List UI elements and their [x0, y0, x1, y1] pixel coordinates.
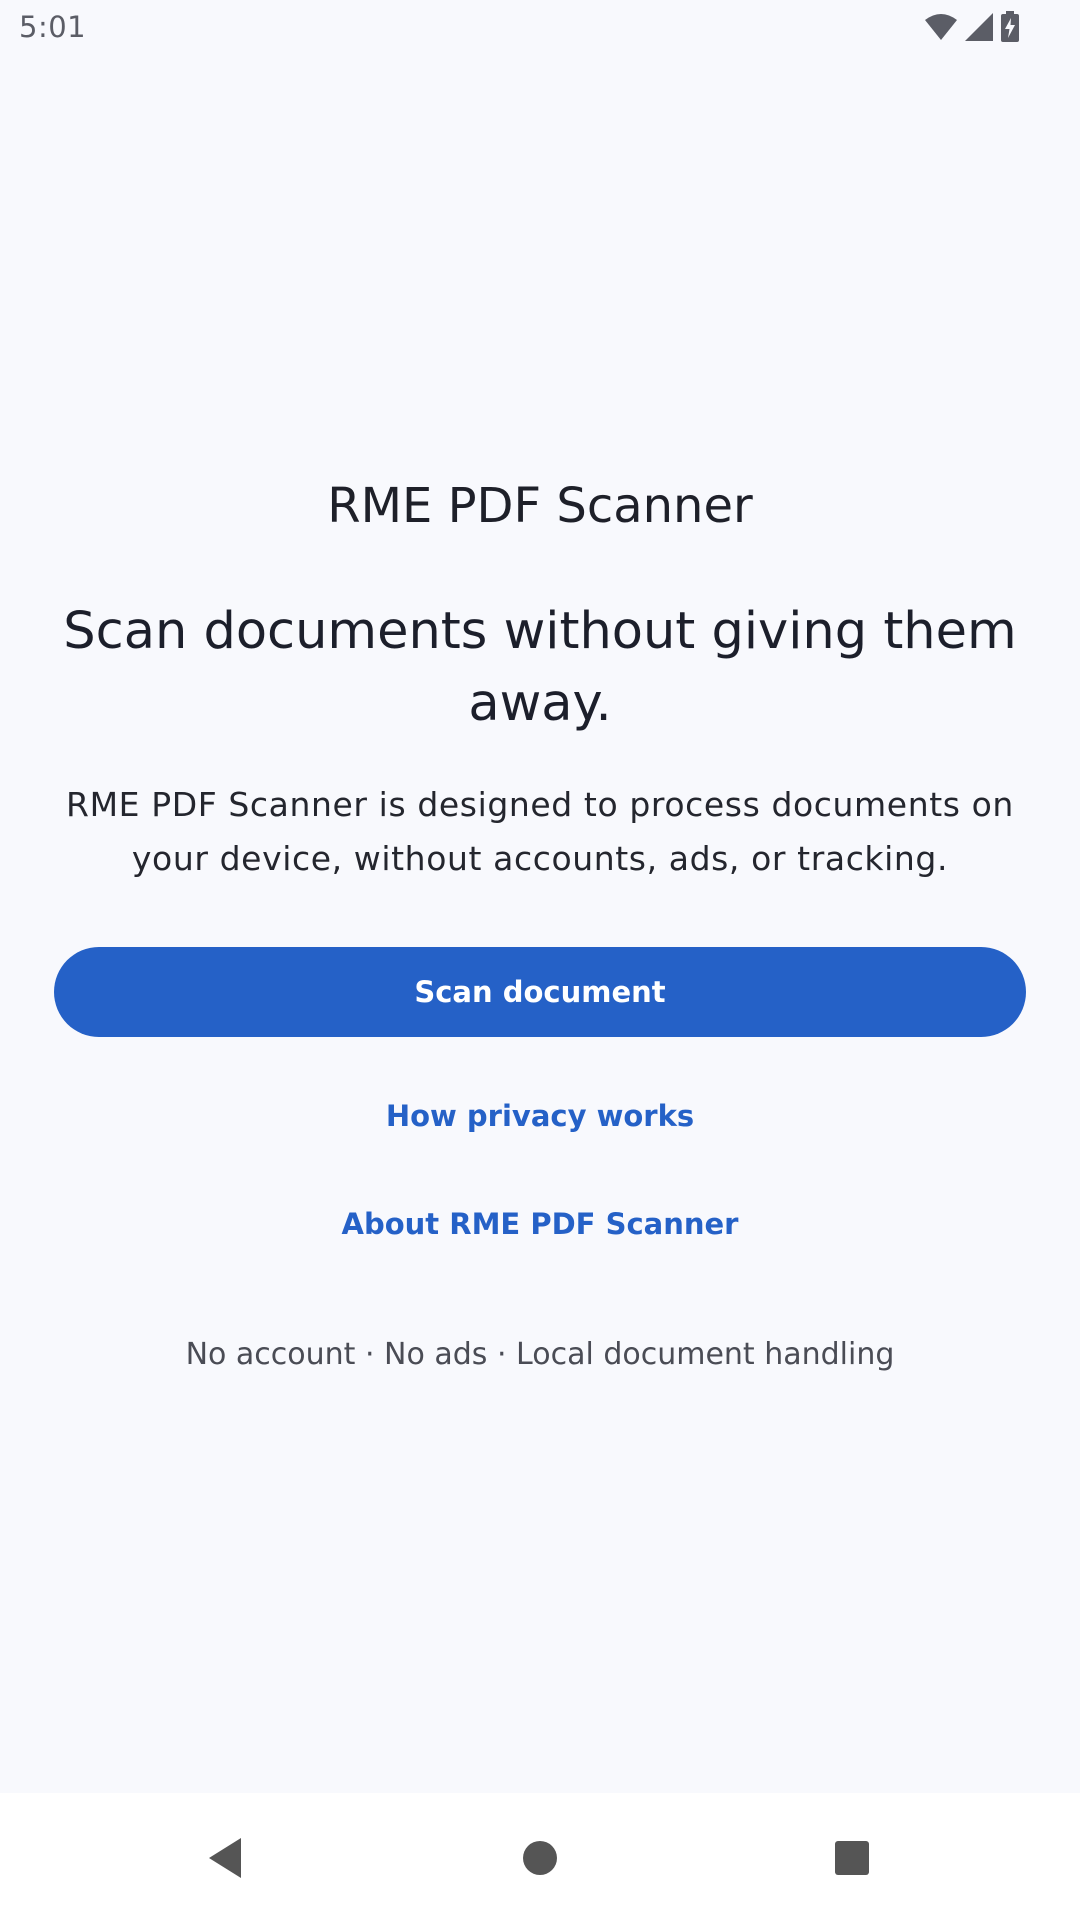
home-button[interactable]	[505, 1823, 575, 1893]
back-icon	[209, 1838, 241, 1878]
navigation-bar	[0, 1793, 1080, 1920]
wifi-icon	[924, 13, 958, 41]
scan-document-button[interactable]: Scan document	[54, 947, 1026, 1037]
app-title: RME PDF Scanner	[327, 478, 753, 534]
battery-charging-icon	[1000, 11, 1020, 43]
description: RME PDF Scanner is designed to process d…	[66, 785, 1014, 878]
cellular-signal-icon	[964, 12, 994, 42]
home-icon	[523, 1841, 557, 1875]
status-bar: 5:01	[0, 0, 1080, 56]
back-button[interactable]	[190, 1823, 260, 1893]
about-link[interactable]: About RME PDF Scanner	[0, 1207, 1080, 1241]
how-privacy-works-link[interactable]: How privacy works	[0, 1099, 1080, 1133]
recents-button[interactable]	[817, 1823, 887, 1893]
recents-icon	[835, 1841, 869, 1875]
headline: Scan documents without giving them away.	[63, 602, 1017, 733]
status-time: 5:01	[19, 10, 87, 44]
status-icons	[924, 11, 1020, 43]
footer-note: No account · No ads · Local document han…	[185, 1337, 895, 1372]
